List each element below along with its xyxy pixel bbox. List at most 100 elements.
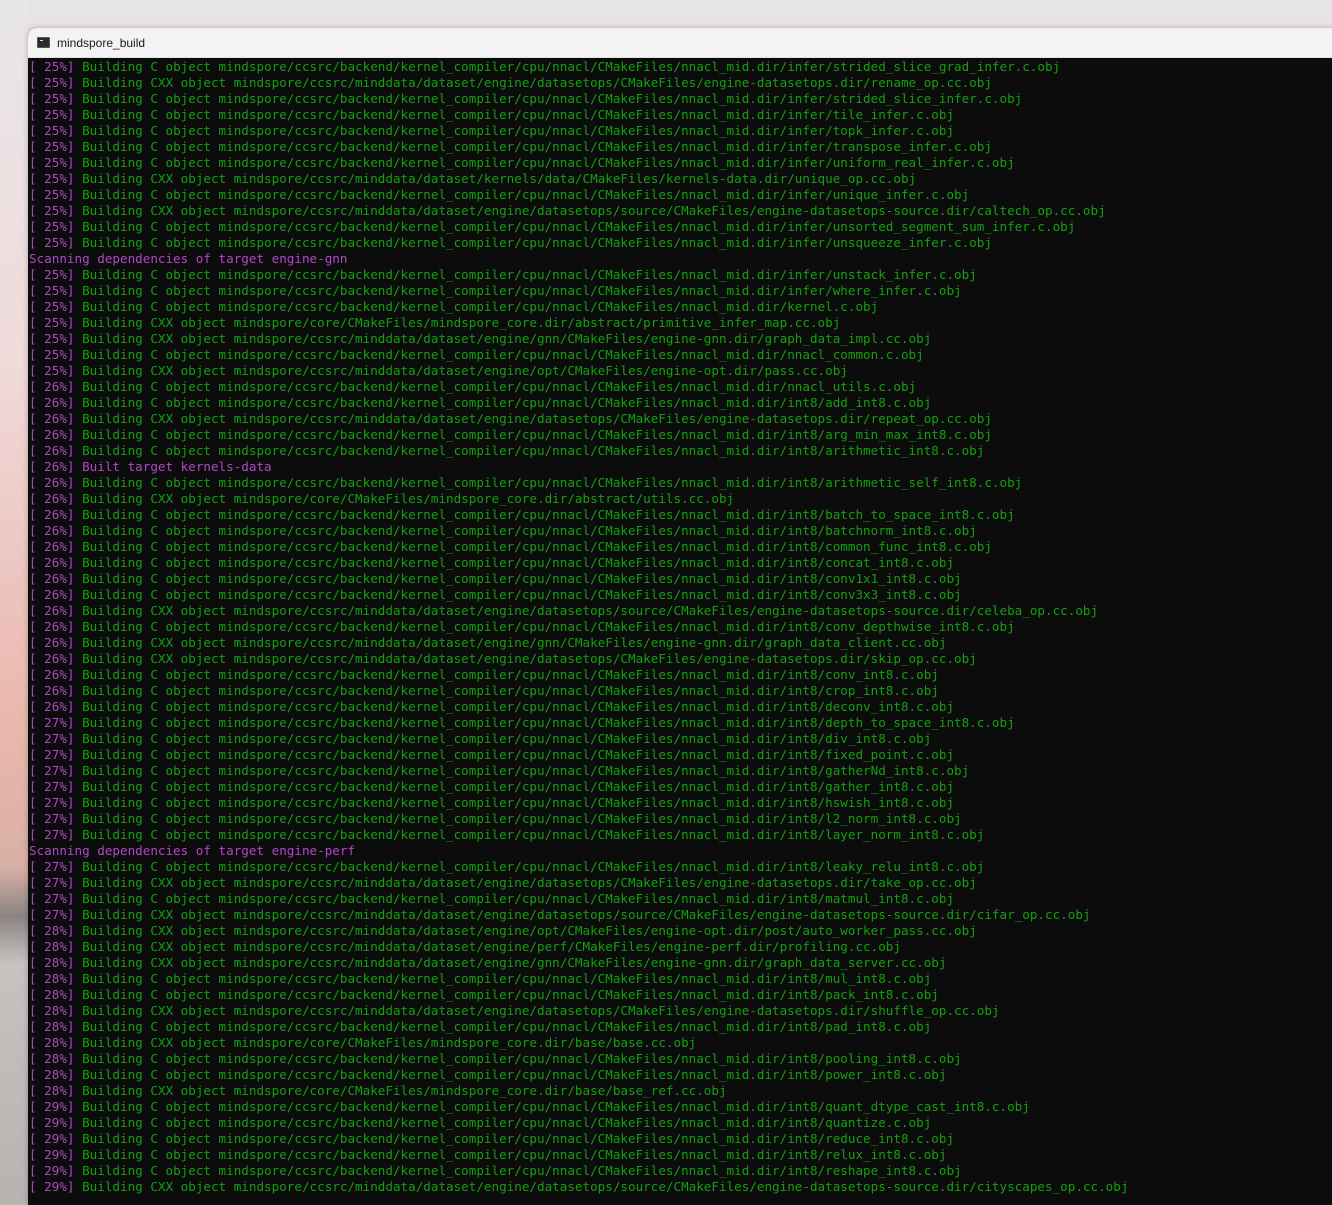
terminal-line: [ 25%] Building C object mindspore/ccsrc… [29, 299, 1332, 315]
terminal-line: [ 25%] Building C object mindspore/ccsrc… [29, 155, 1332, 171]
build-message: Building C object mindspore/ccsrc/backen… [74, 667, 939, 682]
terminal-line: [ 26%] Building C object mindspore/ccsrc… [29, 571, 1332, 587]
progress-percent: [ 29%] [29, 1131, 75, 1146]
build-message: Building C object mindspore/ccsrc/backen… [74, 107, 955, 122]
terminal-line: [ 26%] Building C object mindspore/ccsrc… [29, 443, 1332, 459]
progress-percent: [ 28%] [29, 923, 75, 938]
build-message: Building CXX object mindspore/ccsrc/mind… [74, 171, 917, 186]
build-message: Building C object mindspore/ccsrc/backen… [74, 347, 924, 362]
progress-percent: [ 25%] [29, 283, 75, 298]
build-message: Building C object mindspore/ccsrc/backen… [74, 715, 1015, 730]
terminal-line: [ 29%] Building C object mindspore/ccsrc… [29, 1147, 1332, 1163]
progress-percent: [ 25%] [29, 91, 75, 106]
terminal-line: [ 26%] Building CXX object mindspore/ccs… [29, 603, 1332, 619]
build-message: Building C object mindspore/ccsrc/backen… [74, 1131, 955, 1146]
terminal-line: [ 26%] Building C object mindspore/ccsrc… [29, 507, 1332, 523]
progress-percent: [ 28%] [29, 939, 75, 954]
terminal-line: [ 27%] Building C object mindspore/ccsrc… [29, 763, 1332, 779]
progress-percent: [ 25%] [29, 363, 75, 378]
build-message: Building C object mindspore/ccsrc/backen… [74, 123, 955, 138]
progress-percent: [ 25%] [29, 235, 75, 250]
progress-percent: [ 27%] [29, 875, 75, 890]
progress-percent: [ 26%] [29, 603, 75, 618]
build-message: Building C object mindspore/ccsrc/backen… [74, 59, 1061, 74]
build-message: Building C object mindspore/ccsrc/backen… [74, 699, 955, 714]
terminal-line: [ 29%] Building C object mindspore/ccsrc… [29, 1115, 1332, 1131]
terminal-line: [ 28%] Building CXX object mindspore/ccs… [29, 1003, 1332, 1019]
terminal-line: [ 26%] Building C object mindspore/ccsrc… [29, 699, 1332, 715]
build-message: Building C object mindspore/ccsrc/backen… [74, 747, 955, 762]
build-message: Building CXX object mindspore/core/CMake… [74, 1035, 697, 1050]
progress-percent: [ 26%] [29, 443, 75, 458]
progress-percent: [ 27%] [29, 731, 75, 746]
build-message: Building CXX object mindspore/ccsrc/mind… [74, 363, 848, 378]
terminal-line: [ 26%] Building C object mindspore/ccsrc… [29, 475, 1332, 491]
scan-message: Scanning dependencies of target engine-p… [29, 843, 356, 858]
build-message: Building C object mindspore/ccsrc/backen… [74, 555, 955, 570]
progress-percent: [ 25%] [29, 155, 75, 170]
build-message: Building C object mindspore/ccsrc/backen… [74, 971, 932, 986]
progress-percent: [ 27%] [29, 811, 75, 826]
build-message: Building CXX object mindspore/ccsrc/mind… [74, 1003, 1000, 1018]
progress-percent: [ 28%] [29, 955, 75, 970]
terminal-line: [ 26%] Building C object mindspore/ccsrc… [29, 523, 1332, 539]
progress-percent: [ 28%] [29, 1067, 75, 1082]
build-message: Building C object mindspore/ccsrc/backen… [74, 763, 970, 778]
build-message: Building C object mindspore/ccsrc/backen… [74, 987, 939, 1002]
progress-percent: [ 25%] [29, 219, 75, 234]
progress-percent: [ 26%] [29, 411, 75, 426]
progress-percent: [ 26%] [29, 523, 75, 538]
build-message: Building C object mindspore/ccsrc/backen… [74, 859, 985, 874]
progress-percent: [ 26%] [29, 619, 75, 634]
terminal-line: [ 27%] Building C object mindspore/ccsrc… [29, 747, 1332, 763]
build-message: Building C object mindspore/ccsrc/backen… [74, 539, 992, 554]
progress-percent: [ 25%] [29, 299, 75, 314]
terminal-line: [ 27%] Building C object mindspore/ccsrc… [29, 891, 1332, 907]
terminal-line: [ 26%] Building C object mindspore/ccsrc… [29, 427, 1332, 443]
terminal-line: [ 25%] Building C object mindspore/ccsrc… [29, 187, 1332, 203]
terminal-line: [ 28%] Building CXX object mindspore/cor… [29, 1083, 1332, 1099]
progress-percent: [ 27%] [29, 763, 75, 778]
progress-percent: [ 27%] [29, 715, 75, 730]
build-message: Building C object mindspore/ccsrc/backen… [74, 827, 985, 842]
terminal-line: [ 25%] Building C object mindspore/ccsrc… [29, 267, 1332, 283]
progress-percent: [ 26%] [29, 635, 75, 650]
build-message: Building CXX object mindspore/ccsrc/mind… [74, 75, 992, 90]
build-message: Building C object mindspore/ccsrc/backen… [74, 507, 1015, 522]
progress-percent: [ 25%] [29, 139, 75, 154]
progress-percent: [ 26%] [29, 491, 75, 506]
terminal-line: [ 29%] Building C object mindspore/ccsrc… [29, 1131, 1332, 1147]
terminal-line: [ 25%] Building CXX object mindspore/ccs… [29, 363, 1332, 379]
build-message: Building C object mindspore/ccsrc/backen… [74, 219, 1076, 234]
progress-percent: [ 26%] [29, 651, 75, 666]
progress-percent: [ 25%] [29, 187, 75, 202]
progress-percent: [ 26%] [29, 475, 75, 490]
build-message: Building C object mindspore/ccsrc/backen… [74, 571, 962, 586]
progress-percent: [ 25%] [29, 203, 75, 218]
terminal-line: [ 27%] Building CXX object mindspore/ccs… [29, 875, 1332, 891]
terminal-line: [ 26%] Building C object mindspore/ccsrc… [29, 555, 1332, 571]
progress-percent: [ 25%] [29, 267, 75, 282]
build-message: Building C object mindspore/ccsrc/backen… [74, 299, 879, 314]
build-message: Building C object mindspore/ccsrc/backen… [74, 811, 962, 826]
progress-percent: [ 28%] [29, 1083, 75, 1098]
progress-percent: [ 27%] [29, 907, 75, 922]
build-message: Building C object mindspore/ccsrc/backen… [74, 587, 962, 602]
terminal-line: [ 26%] Building C object mindspore/ccsrc… [29, 667, 1332, 683]
build-message: Building C object mindspore/ccsrc/backen… [74, 1019, 932, 1034]
build-message: Building C object mindspore/ccsrc/backen… [74, 1115, 932, 1130]
terminal-output[interactable]: [ 25%] Building C object mindspore/ccsrc… [28, 58, 1332, 1195]
build-message: Building C object mindspore/ccsrc/backen… [74, 1163, 962, 1178]
progress-percent: [ 29%] [29, 1147, 75, 1162]
terminal-window[interactable]: mindspore_build [ 25%] Building C object… [28, 28, 1332, 1205]
terminal-line: [ 25%] Building CXX object mindspore/cor… [29, 315, 1332, 331]
progress-percent: [ 26%] [29, 379, 75, 394]
progress-percent: [ 25%] [29, 171, 75, 186]
build-message: Building C object mindspore/ccsrc/backen… [74, 475, 1023, 490]
terminal-line: [ 25%] Building C object mindspore/ccsrc… [29, 91, 1332, 107]
build-message: Building C object mindspore/ccsrc/backen… [74, 1067, 947, 1082]
terminal-line: [ 26%] Building C object mindspore/ccsrc… [29, 539, 1332, 555]
build-message: Building C object mindspore/ccsrc/backen… [74, 795, 955, 810]
build-message: Building C object mindspore/ccsrc/backen… [74, 1147, 947, 1162]
title-bar[interactable]: mindspore_build [28, 28, 1332, 58]
